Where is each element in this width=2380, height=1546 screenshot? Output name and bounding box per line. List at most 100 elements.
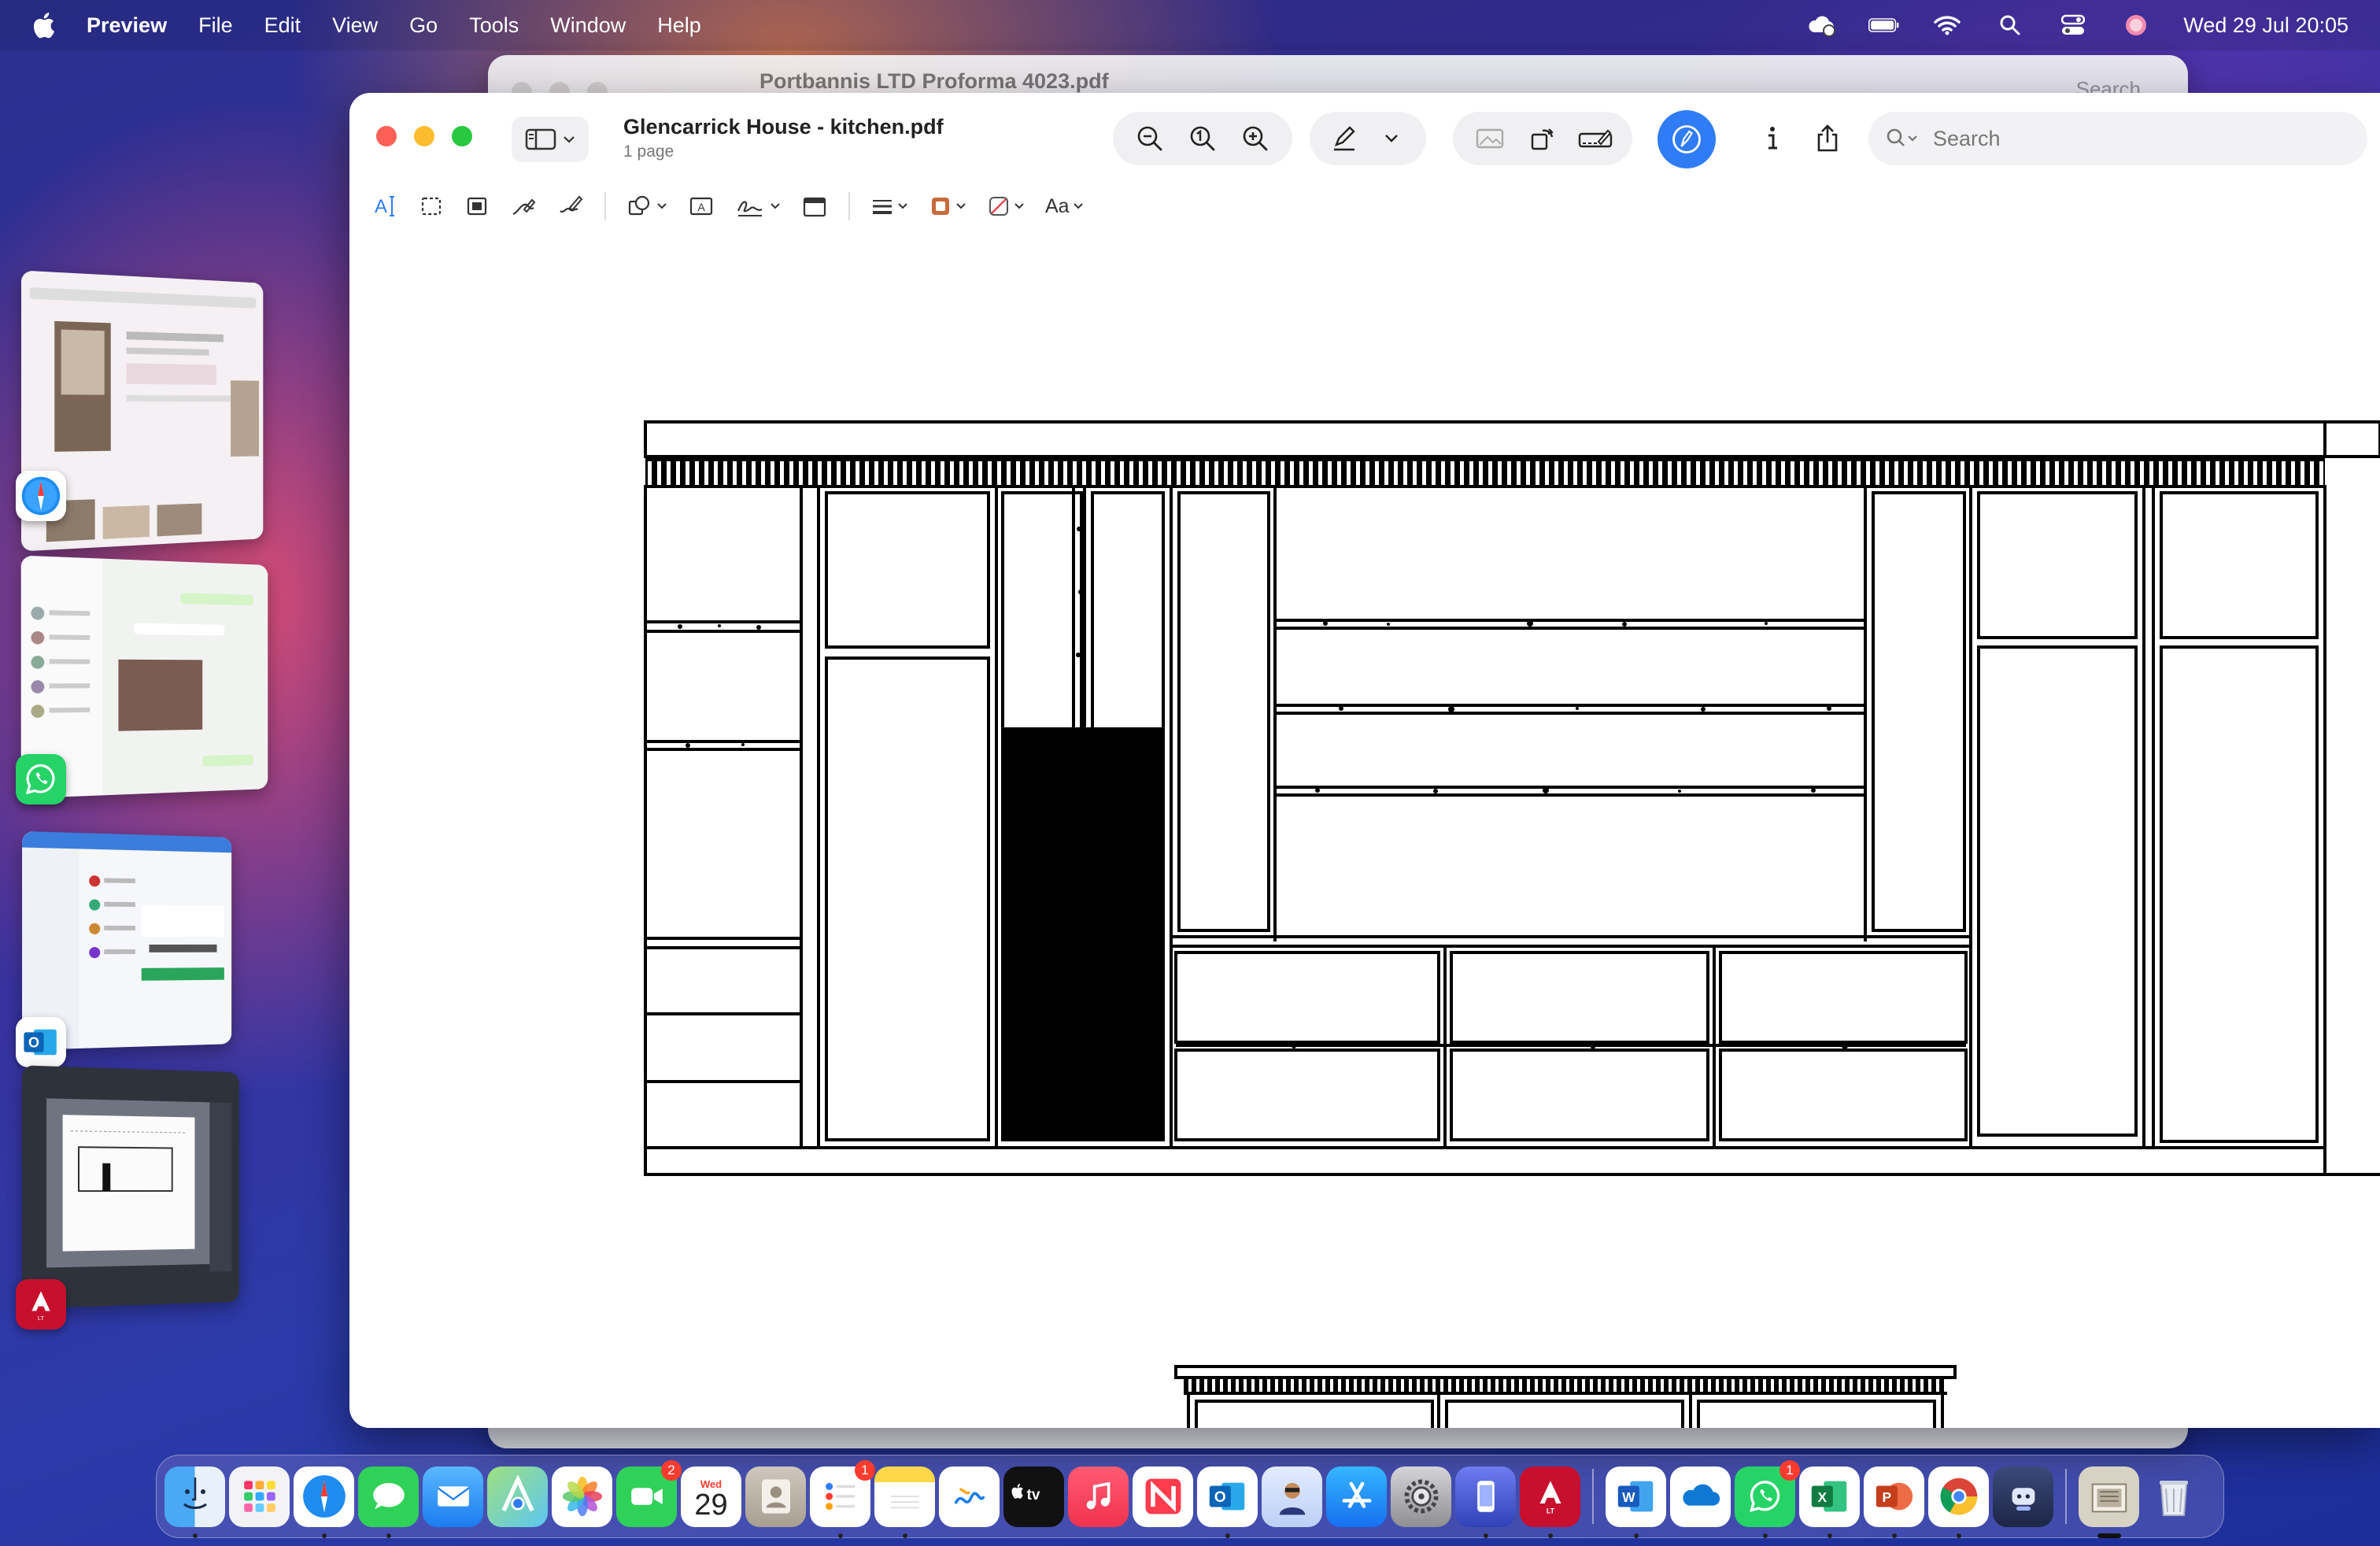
dock-photos[interactable] — [552, 1466, 612, 1527]
dock-reminders[interactable]: 1 — [810, 1459, 875, 1538]
sketch-tool[interactable] — [510, 190, 537, 222]
dock-system-settings[interactable] — [1391, 1466, 1451, 1527]
background-window-title: Portbannis LTD Proforma 4023.pdf — [759, 69, 1109, 93]
apple-menu-icon[interactable] — [31, 12, 55, 39]
dock-outlook[interactable]: O — [1197, 1466, 1258, 1538]
toolbar-divider — [604, 192, 606, 220]
dock-whatsapp[interactable]: 1 — [1735, 1459, 1800, 1538]
dock-news[interactable] — [1133, 1466, 1193, 1527]
text-style-menu[interactable]: Aa — [1045, 190, 1084, 222]
menu-view[interactable]: View — [332, 13, 378, 38]
dock-notes[interactable] — [874, 1466, 935, 1538]
dock-contacts[interactable] — [745, 1466, 806, 1527]
line-weight-icon — [873, 200, 892, 214]
document-title[interactable]: Glencarrick House - kitchen.pdf — [623, 115, 944, 139]
gear-icon — [1391, 1466, 1451, 1527]
actual-size-icon — [1190, 126, 1215, 151]
autocad-lt-icon[interactable]: LT — [16, 1279, 66, 1330]
dock-chrome[interactable] — [1928, 1466, 1989, 1538]
markup-toggle-button[interactable] — [1658, 110, 1716, 168]
siri-icon[interactable] — [2120, 13, 2152, 37]
shapes-menu[interactable] — [626, 190, 667, 222]
fullscreen-button[interactable] — [452, 126, 472, 146]
dock-calendar[interactable]: Wed 29 — [681, 1466, 741, 1527]
dock-freeform[interactable] — [939, 1466, 1000, 1527]
autocad-window-thumbnail[interactable] — [21, 1065, 239, 1309]
menu-help[interactable]: Help — [657, 13, 701, 38]
share-button[interactable] — [1805, 117, 1850, 161]
dock-music[interactable] — [1068, 1466, 1129, 1527]
text-box-tool[interactable]: A — [688, 190, 715, 222]
svg-text:A: A — [697, 201, 705, 213]
outlook-icon[interactable]: O — [16, 1017, 66, 1067]
cloud-sync-icon[interactable] — [1805, 13, 1837, 37]
dock-autocad-lt[interactable]: LT — [1520, 1466, 1580, 1538]
menubar-clock[interactable]: Wed 29 Jul 20:05 — [2183, 13, 2349, 38]
zoom-out-button[interactable] — [1128, 117, 1172, 161]
close-button[interactable] — [376, 126, 397, 146]
dock-simulator[interactable] — [1455, 1466, 1516, 1538]
dock-app-store[interactable] — [1326, 1466, 1387, 1527]
running-indicator — [1892, 1533, 1897, 1538]
instant-alpha-tool[interactable] — [464, 190, 490, 222]
dock-facetime[interactable]: 2 — [616, 1459, 682, 1527]
wifi-icon[interactable] — [1931, 13, 1963, 37]
dock-finder[interactable] — [164, 1466, 225, 1538]
zoom-in-button[interactable] — [1233, 117, 1277, 161]
sketch-icon — [512, 198, 536, 216]
window-controls — [376, 126, 472, 146]
dock-apple-tv[interactable]: tv — [1003, 1466, 1064, 1527]
rotate-button[interactable] — [1521, 117, 1565, 161]
powerpoint-icon: P — [1864, 1466, 1924, 1527]
dock-utility-app[interactable] — [1993, 1466, 2053, 1527]
signature-menu[interactable] — [735, 190, 781, 222]
menu-window[interactable]: Window — [550, 13, 626, 38]
menu-bar: Preview File Edit View Go Tools Window H… — [0, 0, 2380, 50]
whatsapp-icon[interactable] — [16, 754, 66, 804]
dock-trash[interactable] — [2143, 1466, 2204, 1527]
dock-launchpad[interactable] — [229, 1466, 290, 1527]
dock-messages[interactable] — [358, 1466, 419, 1538]
search-field[interactable]: Search — [1868, 112, 2367, 165]
minimize-button[interactable] — [414, 126, 434, 146]
dock-powerpoint[interactable]: P — [1864, 1466, 1924, 1538]
note-tool[interactable] — [801, 190, 828, 222]
crop-image-button[interactable] — [1468, 117, 1512, 161]
text-selection-tool[interactable]: A — [373, 190, 398, 222]
svg-text:P: P — [1882, 1489, 1891, 1505]
battery-icon[interactable] — [1868, 13, 1900, 37]
document-canvas[interactable] — [349, 230, 2380, 1428]
shape-style-menu[interactable] — [870, 190, 908, 222]
border-color-menu[interactable] — [929, 190, 966, 222]
app-name-menu[interactable]: Preview — [87, 13, 167, 38]
menu-edit[interactable]: Edit — [264, 13, 301, 38]
draw-tool[interactable] — [557, 190, 584, 222]
dock-excel[interactable]: X — [1799, 1466, 1860, 1538]
text-box-icon: A — [689, 197, 713, 216]
border-color-icon — [932, 198, 949, 215]
menu-go[interactable]: Go — [409, 13, 438, 38]
dock-downloads-stack[interactable] — [2079, 1466, 2139, 1538]
control-center-icon[interactable] — [2057, 13, 2089, 37]
safari-icon[interactable] — [16, 471, 66, 521]
sign-button[interactable] — [1573, 117, 1617, 161]
rectangular-selection-tool[interactable] — [419, 190, 444, 222]
chevron-down-icon — [1385, 135, 1398, 142]
dock-word[interactable]: W — [1606, 1466, 1666, 1538]
menu-tools[interactable]: Tools — [469, 13, 519, 38]
actual-size-button[interactable] — [1181, 117, 1225, 161]
highlight-button[interactable] — [1322, 117, 1366, 161]
dock-safari[interactable] — [294, 1466, 354, 1538]
highlight-style-menu[interactable] — [1369, 117, 1414, 161]
dock-mail[interactable] — [423, 1466, 483, 1527]
info-icon — [1768, 127, 1777, 150]
spotlight-search-icon[interactable] — [1994, 13, 2026, 37]
dock-maps[interactable] — [487, 1466, 548, 1527]
info-button[interactable] — [1750, 117, 1794, 161]
dock-persona-app[interactable] — [1262, 1466, 1322, 1527]
dock-onedrive[interactable] — [1670, 1466, 1731, 1527]
menu-file[interactable]: File — [198, 13, 233, 38]
sidebar-toggle-button[interactable] — [512, 117, 589, 162]
fill-color-menu[interactable] — [987, 190, 1025, 222]
shapes-icon — [628, 195, 650, 216]
